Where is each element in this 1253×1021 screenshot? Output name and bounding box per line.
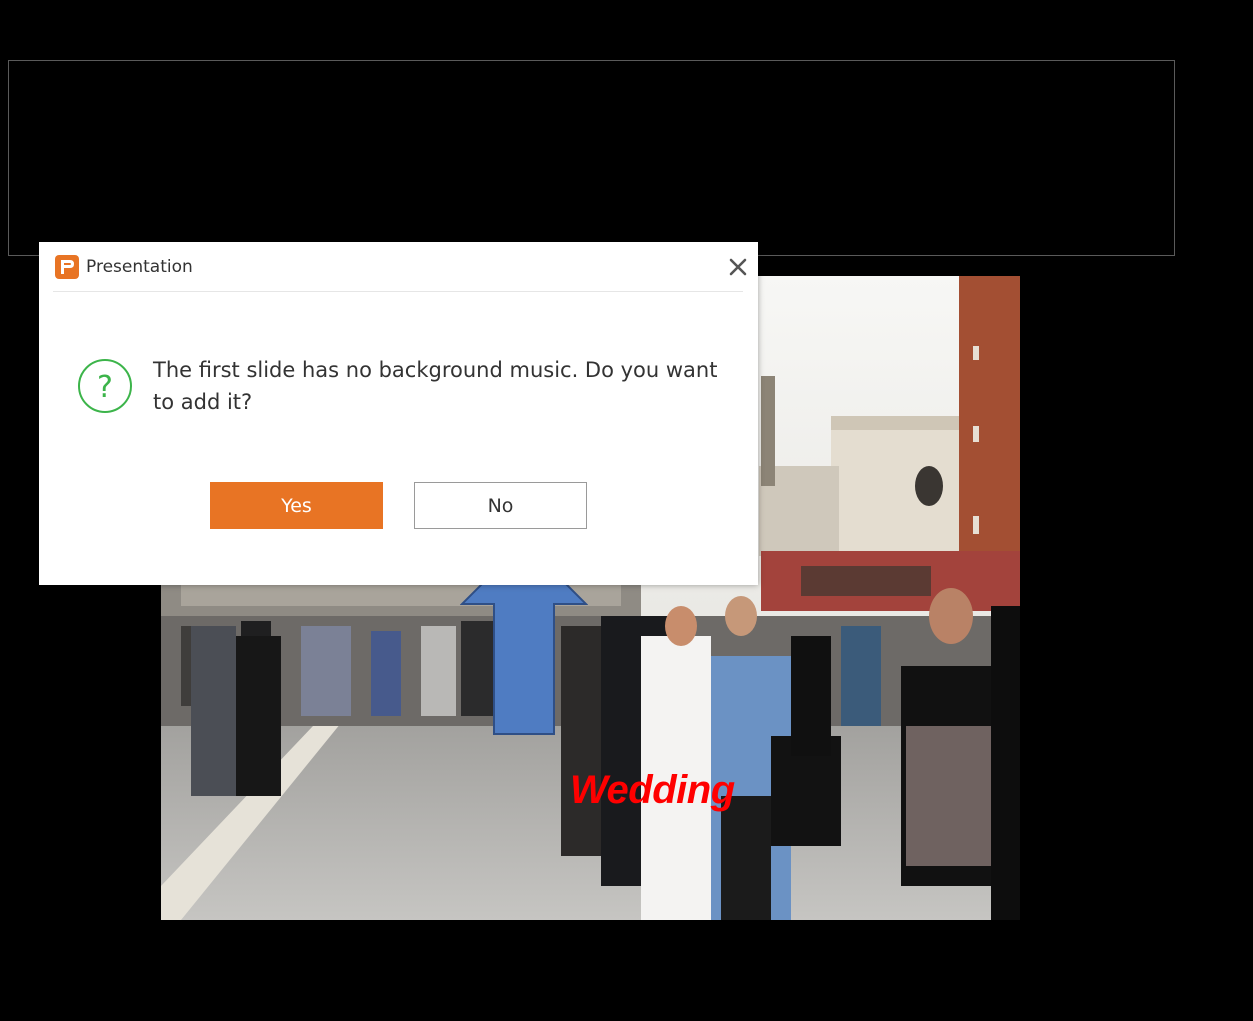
title-placeholder[interactable] (8, 60, 1175, 256)
presentation-app-icon (55, 255, 79, 279)
dialog-title: Presentation (86, 257, 193, 277)
question-icon: ? (78, 359, 132, 413)
slide-canvas: Wedding Presentation ? The first slide h… (0, 0, 1253, 1021)
dialog-titlebar[interactable]: Presentation (53, 242, 747, 292)
no-button[interactable]: No (414, 482, 587, 529)
add-music-dialog: Presentation ? The first slide has no ba… (39, 242, 758, 585)
dialog-message: The first slide has no background music.… (153, 358, 718, 414)
yes-button[interactable]: Yes (210, 482, 383, 529)
close-icon[interactable] (725, 254, 751, 280)
wedding-caption[interactable]: Wedding (570, 770, 735, 810)
svg-text:?: ? (97, 370, 113, 405)
